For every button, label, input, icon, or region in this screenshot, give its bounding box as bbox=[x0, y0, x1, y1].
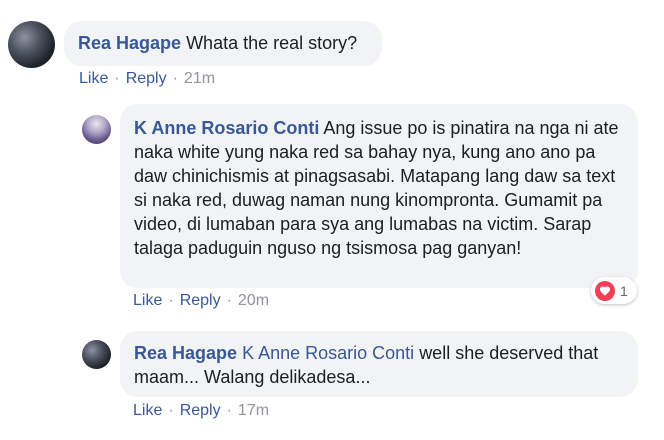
like-button[interactable]: Like bbox=[133, 402, 162, 419]
reply-avatar[interactable] bbox=[82, 115, 111, 144]
comment-actions: Like · Reply · 21m bbox=[79, 70, 215, 88]
commenter-avatar[interactable] bbox=[8, 21, 55, 68]
reply-button[interactable]: Reply bbox=[126, 70, 167, 87]
reply-author-link[interactable]: K Anne Rosario Conti bbox=[134, 118, 319, 138]
like-button[interactable]: Like bbox=[79, 70, 108, 87]
like-button[interactable]: Like bbox=[133, 292, 162, 309]
separator: · bbox=[172, 70, 178, 87]
reply-avatar[interactable] bbox=[82, 340, 111, 369]
mention-link[interactable]: K Anne Rosario Conti bbox=[242, 343, 414, 363]
reply-button[interactable]: Reply bbox=[180, 292, 221, 309]
comment-text: Whata the real story? bbox=[186, 33, 358, 53]
reply-timestamp[interactable]: 17m bbox=[238, 402, 269, 419]
reply-actions: Like · Reply · 17m bbox=[133, 402, 269, 420]
reply-bubble: K Anne Rosario Conti Ang issue po is pin… bbox=[120, 104, 638, 288]
separator: · bbox=[226, 292, 232, 309]
reaction-count[interactable]: 1 bbox=[591, 277, 637, 304]
separator: · bbox=[168, 402, 174, 419]
reply-button[interactable]: Reply bbox=[180, 402, 221, 419]
reply-timestamp[interactable]: 20m bbox=[238, 292, 269, 309]
separator: · bbox=[168, 292, 174, 309]
separator: · bbox=[226, 402, 232, 419]
reply-author-link[interactable]: Rea Hagape bbox=[134, 343, 237, 363]
reply-text: Ang issue po is pinatira na nga ni ate n… bbox=[134, 118, 619, 258]
comment-author-link[interactable]: Rea Hagape bbox=[78, 33, 181, 53]
heart-icon bbox=[595, 280, 615, 301]
comment-timestamp[interactable]: 21m bbox=[184, 70, 215, 87]
reply-actions: Like · Reply · 20m bbox=[133, 292, 269, 310]
separator: · bbox=[114, 70, 120, 87]
reaction-count-label: 1 bbox=[620, 282, 628, 299]
comment-bubble: Rea Hagape Whata the real story? bbox=[64, 21, 382, 66]
reply-bubble: Rea Hagape K Anne Rosario Conti well she… bbox=[120, 331, 638, 397]
